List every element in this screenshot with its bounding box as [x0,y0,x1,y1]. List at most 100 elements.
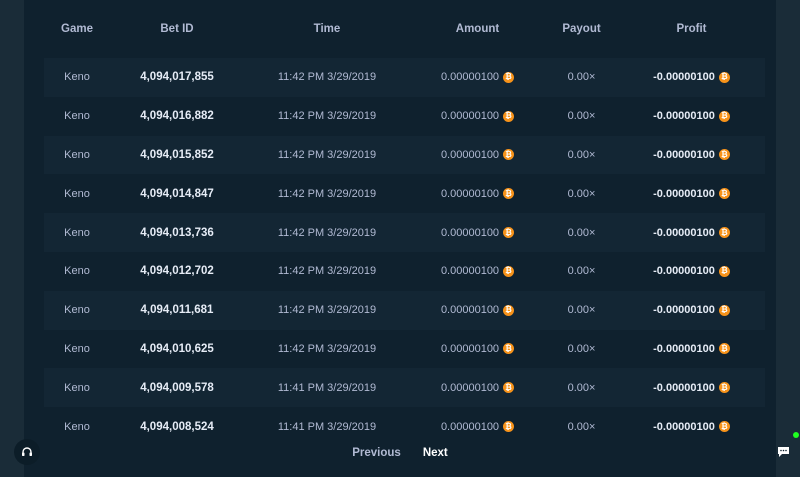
profit-cell: -0.00000100 ₿ [618,382,765,394]
bitcoin-icon: ₿ [503,343,515,355]
table-row[interactable]: Keno 4,094,016,882 11:42 PM 3/29/2019 0.000… [44,96,765,136]
table-row[interactable]: Keno 4,094,012,702 11:42 PM 3/29/2019 0.000… [44,251,765,291]
bet-id-cell[interactable]: 4,094,008,524 [110,421,244,433]
table-row[interactable]: Keno 4,094,013,736 11:42 PM 3/29/2019 0.000… [44,213,765,252]
bitcoin-icon: ₿ [718,343,730,355]
bitcoin-icon: ₿ [718,110,730,122]
bet-id-cell[interactable]: 4,094,012,702 [110,265,244,277]
payout-cell: 0.00× [545,71,618,83]
chat-bubble-icon [777,447,789,457]
previous-button[interactable]: Previous [352,447,401,459]
table-header: Game Bet ID Time Amount Payout Profit [44,0,765,58]
profit-cell-text: -0.00000100 [653,226,715,239]
payout-cell: 0.00× [545,227,618,239]
profit-cell-text: -0.00000100 [653,148,715,161]
payout-cell-text: 0.00× [567,342,596,355]
bitcoin-icon: ₿ [503,265,515,277]
amount-cell: 0.00000100 ₿ [410,149,545,161]
bet-id-cell-text: 4,094,013,736 [140,226,214,239]
bitcoin-icon: ₿ [718,304,730,316]
profit-cell-text: -0.00000100 [653,381,715,394]
time-cell-text: 11:42 PM 3/29/2019 [277,110,377,123]
online-status-dot [793,432,799,438]
profit-cell: -0.00000100 ₿ [618,149,765,161]
bet-id-cell-text: 4,094,014,847 [140,187,214,200]
time-cell: 11:41 PM 3/29/2019 [244,382,410,394]
bet-id-cell[interactable]: 4,094,016,882 [110,110,244,122]
bet-id-cell-text: 4,094,015,852 [140,148,214,161]
time-cell-text: 11:42 PM 3/29/2019 [277,265,377,278]
payout-cell-text: 0.00× [567,381,596,394]
amount-cell-text: 0.00000100 [440,420,500,433]
header-time: Time [313,23,341,35]
amount-cell-text: 0.00000100 [440,71,500,84]
payout-cell-text: 0.00× [567,110,596,123]
time-cell: 11:42 PM 3/29/2019 [244,149,410,161]
game-cell: Keno [44,188,110,200]
bet-id-cell-text: 4,094,010,625 [140,342,214,355]
amount-cell-text: 0.00000100 [440,148,500,161]
bet-id-cell[interactable]: 4,094,017,855 [110,71,244,83]
table-body: Keno 4,094,017,855 11:42 PM 3/29/2019 0.000… [44,58,765,446]
bet-id-cell[interactable]: 4,094,015,852 [110,149,244,161]
chat-button[interactable] [770,439,796,465]
game-cell-text: Keno [64,420,90,433]
table-row[interactable]: Keno 4,094,010,625 11:42 PM 3/29/2019 0.000… [44,329,765,369]
table-row[interactable]: Keno 4,094,017,855 11:42 PM 3/29/2019 0.000… [44,58,765,97]
profit-cell: -0.00000100 ₿ [618,188,765,200]
header-game: Game [61,23,93,35]
amount-cell: 0.00000100 ₿ [410,188,545,200]
time-cell-text: 11:42 PM 3/29/2019 [277,226,377,239]
profit-cell: -0.00000100 ₿ [618,71,765,83]
next-button[interactable]: Next [423,447,448,459]
payout-cell-text: 0.00× [567,226,596,239]
payout-cell-text: 0.00× [567,304,596,317]
support-button[interactable] [14,439,40,465]
profit-cell-text: -0.00000100 [653,342,715,355]
game-cell-text: Keno [64,342,90,355]
bet-id-cell[interactable]: 4,094,014,847 [110,188,244,200]
payout-cell: 0.00× [545,304,618,316]
bet-id-cell[interactable]: 4,094,013,736 [110,227,244,239]
bet-id-cell[interactable]: 4,094,010,625 [110,343,244,355]
time-cell: 11:42 PM 3/29/2019 [244,304,410,316]
amount-cell: 0.00000100 ₿ [410,304,545,316]
profit-cell: -0.00000100 ₿ [618,343,765,355]
amount-cell: 0.00000100 ₿ [410,265,545,277]
table-row[interactable]: Keno 4,094,014,847 11:42 PM 3/29/2019 0.000… [44,174,765,214]
pagination: Previous Next [0,441,800,465]
header-amount: Amount [455,23,500,35]
payout-cell: 0.00× [545,149,618,161]
amount-cell-text: 0.00000100 [440,187,500,200]
game-cell-text: Keno [64,304,90,317]
header-profit: Profit [676,23,707,35]
bet-id-cell[interactable]: 4,094,011,681 [110,304,244,316]
bitcoin-icon: ₿ [718,421,730,433]
bitcoin-icon: ₿ [503,71,515,83]
payout-cell: 0.00× [545,188,618,200]
bitcoin-icon: ₿ [503,227,515,239]
game-cell: Keno [44,265,110,277]
payout-cell: 0.00× [545,382,618,394]
headset-icon [22,447,32,456]
bets-table: Game Bet ID Time Amount Payout Profit Ke… [44,0,765,446]
time-cell: 11:42 PM 3/29/2019 [244,188,410,200]
game-cell: Keno [44,227,110,239]
profit-cell: -0.00000100 ₿ [618,227,765,239]
bitcoin-icon: ₿ [718,188,730,200]
table-row[interactable]: Keno 4,094,011,681 11:42 PM 3/29/2019 0.000… [44,290,765,330]
game-cell: Keno [44,421,110,433]
table-row[interactable]: Keno 4,094,009,578 11:41 PM 3/29/2019 0.000… [44,368,765,408]
bet-id-cell-text: 4,094,009,578 [140,381,214,394]
profit-cell: -0.00000100 ₿ [618,110,765,122]
time-cell: 11:42 PM 3/29/2019 [244,265,410,277]
table-row[interactable]: Keno 4,094,015,852 11:42 PM 3/29/2019 0.000… [44,135,765,175]
payout-cell-text: 0.00× [567,265,596,278]
bets-panel: Game Bet ID Time Amount Payout Profit Ke… [24,0,776,477]
amount-cell: 0.00000100 ₿ [410,227,545,239]
profit-cell-text: -0.00000100 [653,265,715,278]
game-cell: Keno [44,343,110,355]
bitcoin-icon: ₿ [503,382,515,394]
bet-id-cell[interactable]: 4,094,009,578 [110,382,244,394]
payout-cell: 0.00× [545,421,618,433]
